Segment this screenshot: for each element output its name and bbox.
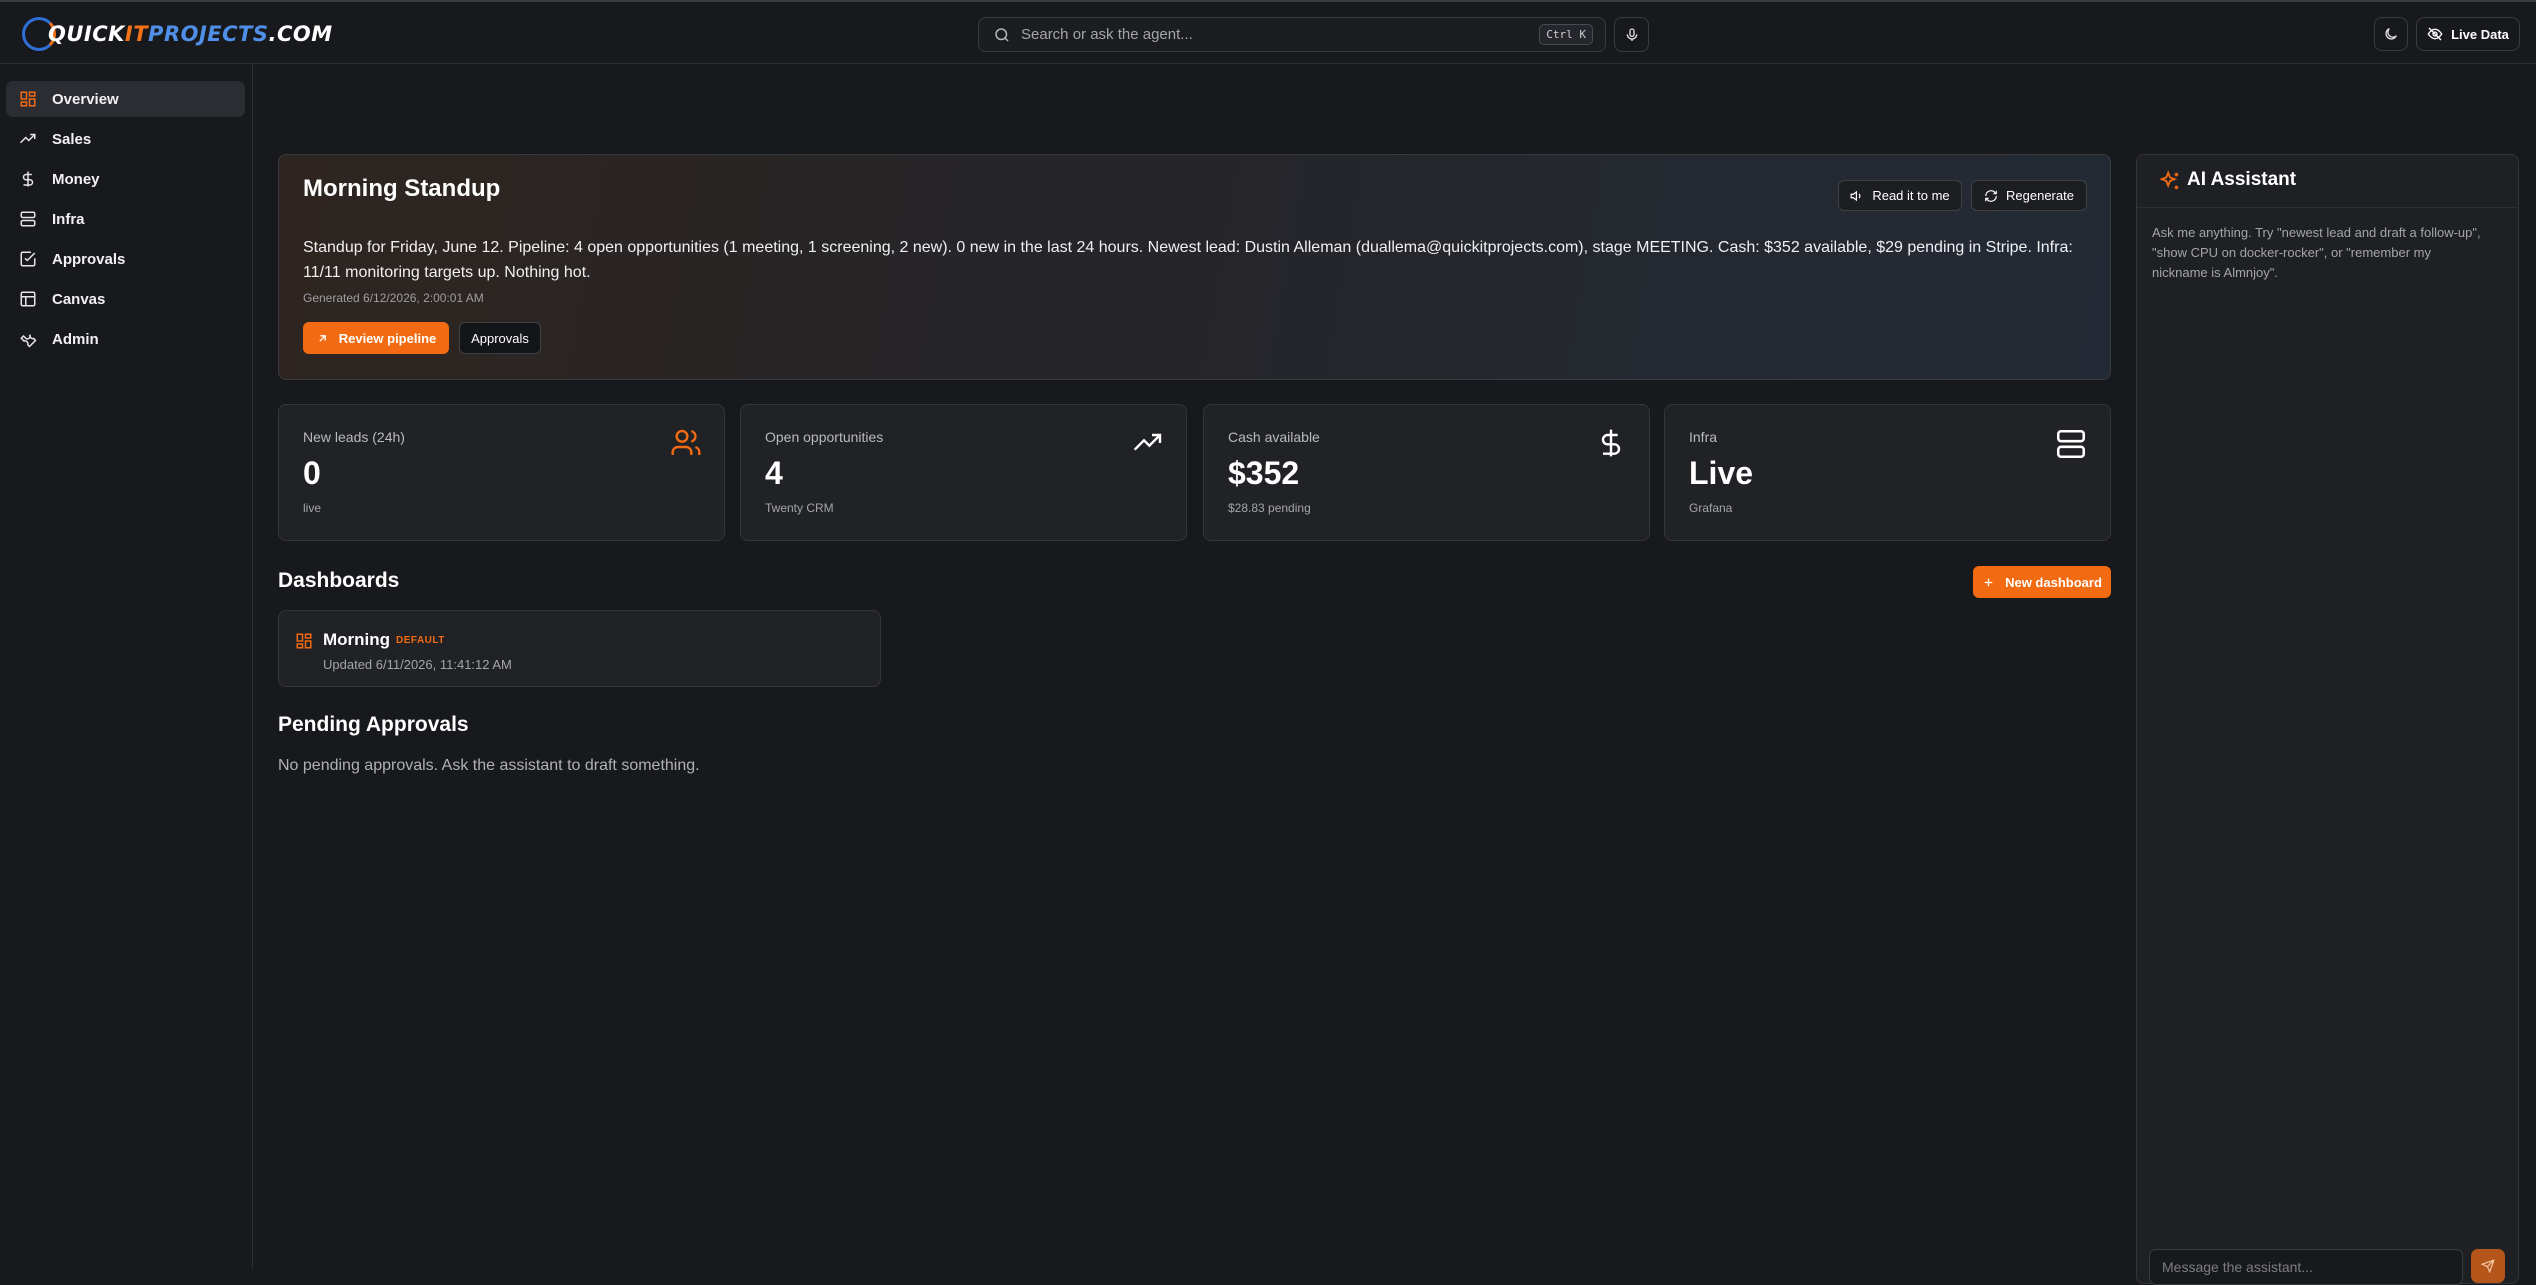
- stat-label: New leads (24h): [303, 429, 405, 445]
- live-data-button[interactable]: Live Data: [2416, 17, 2520, 51]
- stat-label: Cash available: [1228, 429, 1320, 445]
- trending-up-icon: [18, 129, 38, 149]
- trending-up-icon: [1133, 433, 1162, 451]
- standup-card: Morning Standup Read it to me Regenerate…: [278, 154, 2111, 380]
- stat-label: Open opportunities: [765, 429, 884, 445]
- sidebar-item-label: Infra: [52, 210, 85, 228]
- server-icon: [18, 209, 38, 229]
- dollar-icon: [18, 169, 38, 189]
- live-data-label: Live Data: [2451, 26, 2509, 42]
- assistant-panel: AI Assistant Ask me anything. Try "newes…: [2136, 154, 2519, 1285]
- plus-icon: [1984, 578, 1993, 586]
- send-button[interactable]: [2471, 1249, 2505, 1283]
- eye-off-icon: [2427, 27, 2443, 41]
- dashboard-icon: [18, 89, 38, 109]
- stat-card-cash-available: Cash available $352 $28.83 pending: [1203, 404, 1650, 541]
- stat-card-open-opportunities: Open opportunities 4 Twenty CRM: [740, 404, 1187, 541]
- sidebar-item-admin[interactable]: Admin: [6, 321, 245, 357]
- stat-value: Live: [1689, 455, 1754, 491]
- default-badge: DEFAULT: [396, 635, 445, 646]
- read-aloud-button[interactable]: Read it to me: [1838, 180, 1962, 211]
- sidebar-item-label: Sales: [52, 130, 92, 148]
- regenerate-button[interactable]: Regenerate: [1971, 180, 2087, 211]
- speaker-icon: [1850, 190, 1861, 201]
- stat-subtitle: Grafana: [1689, 501, 1733, 515]
- pending-approvals-empty: No pending approvals. Ask the assistant …: [278, 757, 700, 774]
- dashboard-name: Morning: [323, 630, 391, 649]
- search-shortcut: Ctrl K: [1539, 24, 1593, 45]
- standup-summary: Standup for Friday, June 12. Pipeline: 4…: [303, 239, 2073, 281]
- dollar-icon: [1601, 429, 1621, 457]
- generated-timestamp: Generated 6/12/2026, 2:00:01 AM: [303, 291, 484, 305]
- sidebar-item-label: Canvas: [52, 290, 106, 308]
- arrow-up-right-icon: [319, 334, 326, 342]
- dashboard-card-morning[interactable]: Morning DEFAULT Updated 6/11/2026, 11:41…: [278, 610, 881, 687]
- sidebar-item-label: Overview: [52, 90, 119, 108]
- search-icon: [995, 27, 1009, 42]
- sidebar-item-label: Money: [52, 170, 100, 188]
- users-icon: [671, 429, 701, 455]
- stat-value: $352: [1228, 455, 1300, 491]
- stat-card-new-leads: New leads (24h) 0 live: [278, 404, 725, 541]
- sidebar-item-label: Admin: [52, 330, 99, 348]
- assistant-hint: Ask me anything. Try "newest lead and dr…: [2152, 225, 2481, 280]
- sidebar-item-infra[interactable]: Infra: [6, 201, 245, 237]
- stat-subtitle: $28.83 pending: [1228, 501, 1311, 515]
- dashboard-icon: [296, 633, 312, 649]
- stat-value: 0: [303, 455, 321, 491]
- assistant-header: AI Assistant: [2137, 155, 2518, 208]
- layout-icon: [18, 289, 38, 309]
- stat-subtitle: Twenty CRM: [765, 501, 834, 515]
- review-pipeline-button[interactable]: Review pipeline: [303, 322, 449, 354]
- assistant-title: AI Assistant: [2187, 169, 2297, 190]
- server-icon: [2056, 429, 2086, 459]
- sidebar-item-approvals[interactable]: Approvals: [6, 241, 245, 277]
- sidebar-item-label: Approvals: [52, 250, 126, 268]
- sparkles-icon: [2159, 170, 2179, 190]
- wrench-icon: [18, 329, 38, 349]
- dashboards-heading: Dashboards: [278, 569, 400, 592]
- send-icon: [2481, 1259, 2495, 1273]
- check-square-icon: [18, 249, 38, 269]
- approvals-button[interactable]: Approvals: [459, 322, 541, 354]
- sidebar-item-money[interactable]: Money: [6, 161, 245, 197]
- sidebar: Overview Sales Money Infra Approvals Can…: [0, 64, 253, 1269]
- dashboard-updated: Updated 6/11/2026, 11:41:12 AM: [323, 657, 512, 672]
- stat-card-infra: Infra Live Grafana: [1664, 404, 2111, 541]
- sidebar-item-canvas[interactable]: Canvas: [6, 281, 245, 317]
- microphone-icon: [1626, 27, 1637, 41]
- search-input[interactable]: Search or ask the agent...: [1021, 26, 1539, 43]
- sidebar-item-overview[interactable]: Overview: [6, 81, 245, 117]
- stat-value: 4: [765, 455, 783, 491]
- stat-subtitle: live: [303, 501, 322, 515]
- logo[interactable]: QUICKITPROJECTS.COM: [22, 16, 333, 52]
- search-bar[interactable]: Search or ask the agent... Ctrl K: [978, 17, 1606, 52]
- standup-title: Morning Standup: [303, 175, 501, 202]
- top-bar: QUICKITPROJECTS.COM Search or ask the ag…: [0, 0, 2536, 64]
- assistant-message-input[interactable]: Message the assistant...: [2149, 1249, 2463, 1285]
- pending-approvals-heading: Pending Approvals: [278, 713, 469, 736]
- moon-icon: [2385, 28, 2397, 40]
- theme-toggle-button[interactable]: [2374, 17, 2408, 51]
- new-dashboard-button[interactable]: New dashboard: [1973, 566, 2111, 598]
- sidebar-item-sales[interactable]: Sales: [6, 121, 245, 157]
- stat-label: Infra: [1689, 429, 1718, 445]
- microphone-button[interactable]: [1614, 17, 1649, 52]
- refresh-icon: [1985, 189, 1997, 202]
